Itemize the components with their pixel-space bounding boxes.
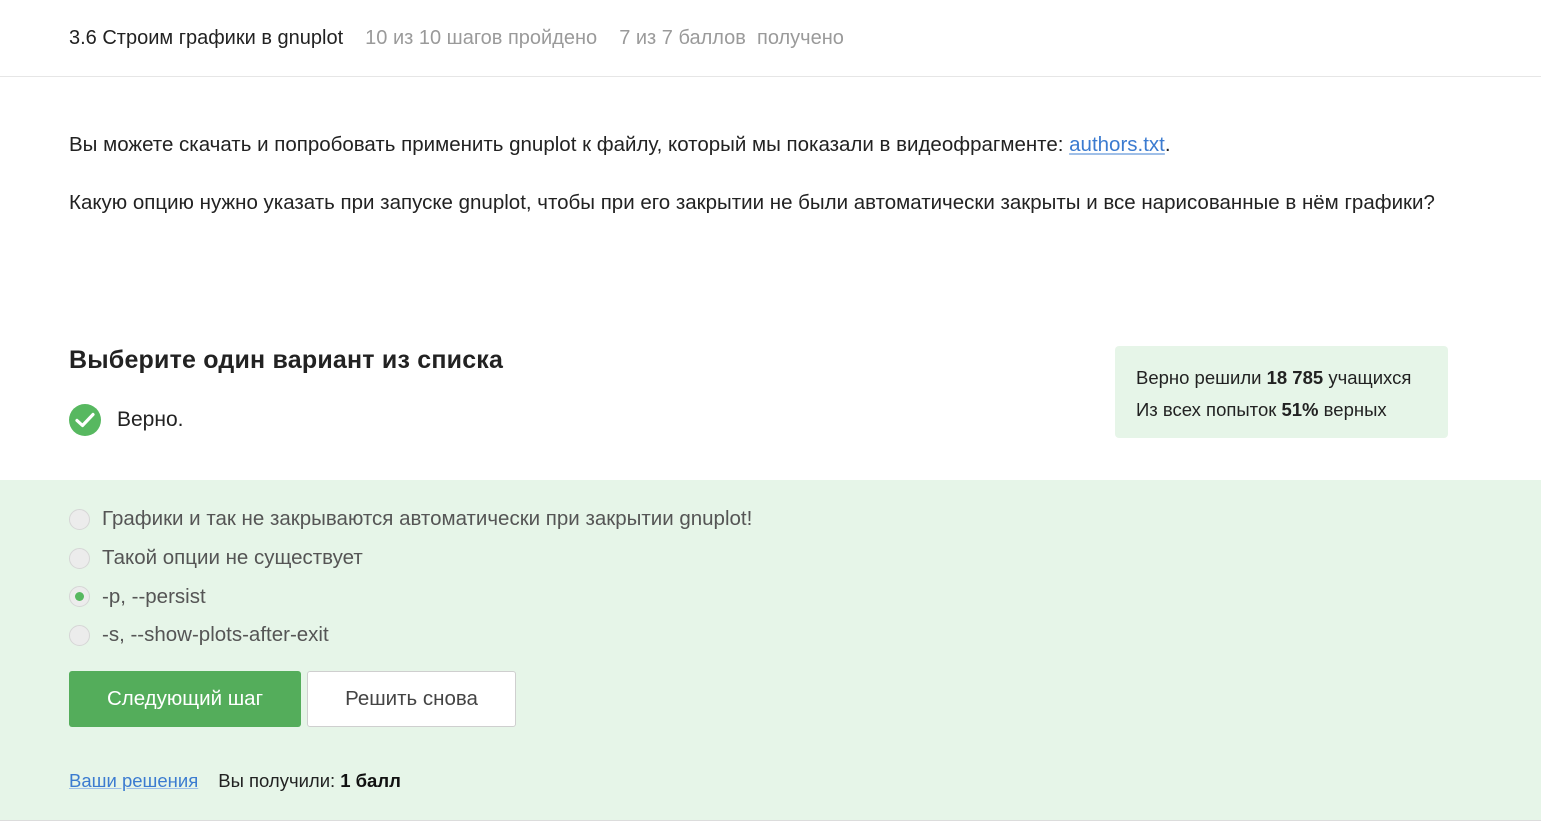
lesson-header: 3.6 Строим графики в gnuplot 10 из 10 ша…: [0, 0, 1541, 77]
option-3[interactable]: -s, --show-plots-after-exit: [69, 616, 752, 655]
download-paragraph: Вы можете скачать и попробовать применит…: [69, 128, 1469, 162]
stats-attempts-percent: 51%: [1281, 399, 1319, 420]
stats-solved-count: 18 785: [1266, 367, 1324, 388]
divider: [0, 820, 1541, 825]
step-content: Вы можете скачать и попробовать применит…: [69, 128, 1469, 244]
points-value: 1 балл: [340, 770, 401, 791]
stats-attempts: Из всех попыток 51% верных: [1136, 394, 1448, 426]
quiz-title: Выберите один вариант из списка: [69, 346, 504, 374]
answer-area: Графики и так не закрываются автоматичес…: [0, 480, 1541, 820]
stats-solved: Верно решили 18 785 учащихся: [1136, 362, 1448, 394]
lesson-title[interactable]: 3.6 Строим графики в gnuplot: [69, 27, 343, 50]
solve-again-button[interactable]: Решить снова: [307, 671, 516, 727]
authors-file-link[interactable]: authors.txt: [1069, 133, 1165, 156]
got-label: Вы получили:: [218, 770, 336, 791]
question-text: Какую опцию нужно указать при запуске gn…: [69, 191, 1435, 214]
stats-solved-suffix: учащихся: [1323, 367, 1412, 388]
radio-button[interactable]: [69, 624, 90, 646]
option-label: -s, --show-plots-after-exit: [102, 623, 329, 647]
download-text: Вы можете скачать и попробовать применит…: [69, 133, 1070, 156]
score-progress: 7 из 7 баллов получено: [619, 26, 844, 49]
option-label: Такой опции не существует: [102, 546, 363, 570]
next-step-button[interactable]: Следующий шаг: [69, 671, 301, 727]
stats-solved-prefix: Верно решили: [1136, 367, 1267, 388]
radio-button[interactable]: [69, 547, 90, 569]
option-label: Графики и так не закрываются автоматичес…: [102, 507, 753, 531]
option-1[interactable]: Такой опции не существует: [69, 539, 752, 578]
option-2[interactable]: -p, --persist: [69, 577, 752, 616]
stats-attempts-prefix: Из всех попыток: [1136, 399, 1282, 420]
stats-attempts-suffix: верных: [1318, 399, 1387, 420]
radio-button[interactable]: [69, 586, 90, 608]
check-icon: [69, 404, 101, 436]
action-buttons: Следующий шаг Решить снова: [69, 671, 516, 727]
options-list: Графики и так не закрываются автоматичес…: [69, 500, 752, 655]
steps-progress: 10 из 10 шагов пройдено: [365, 26, 598, 49]
quiz-header: Выберите один вариант из списка Верно.: [69, 346, 504, 436]
download-text-end: .: [1164, 133, 1171, 156]
your-solutions-link[interactable]: Ваши решения: [69, 770, 198, 792]
option-label: -p, --persist: [102, 584, 206, 608]
verdict: Верно.: [69, 404, 183, 436]
verdict-text: Верно.: [117, 408, 184, 431]
stats-panel: Верно решили 18 785 учащихся Из всех поп…: [1115, 346, 1448, 438]
result-row: Ваши решения Вы получили: 1 балл: [69, 770, 401, 792]
option-0[interactable]: Графики и так не закрываются автоматичес…: [69, 500, 752, 539]
radio-button[interactable]: [69, 508, 90, 530]
